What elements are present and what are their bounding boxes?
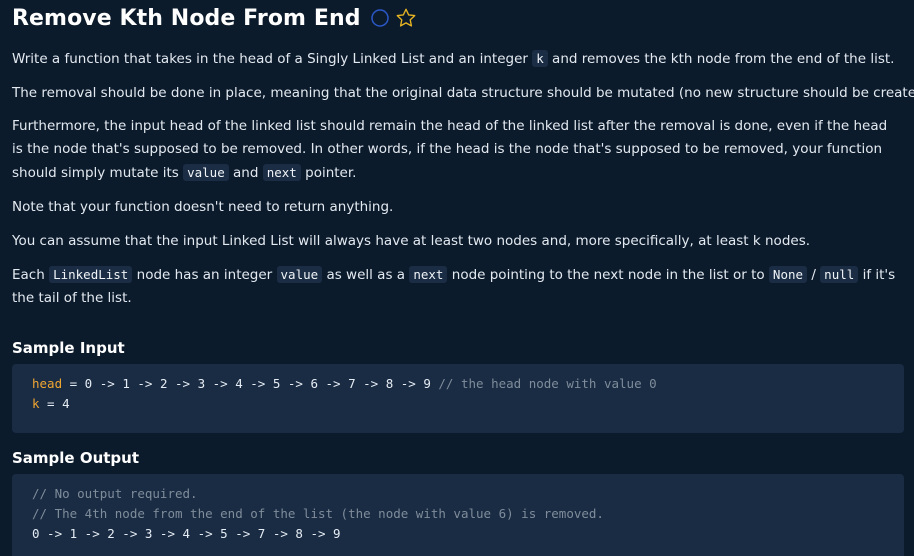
description-paragraph-3: Furthermore, the input head of the linke… (12, 118, 888, 181)
inline-code-value: value (183, 164, 229, 181)
description-paragraph-6: Each LinkedList node has an integer valu… (12, 266, 896, 306)
code-line: // The 4th node from the end of the list… (32, 506, 604, 521)
inline-code-linkedlist: LinkedList (49, 266, 133, 283)
description-paragraph-4: Note that your function doesn't need to … (12, 199, 394, 215)
sample-output-heading: Sample Output (12, 449, 140, 467)
code-line: k = 4 (32, 396, 70, 411)
description-paragraph-5: You can assume that the input Linked Lis… (12, 233, 811, 249)
code-line: // No output required. (32, 486, 198, 501)
inline-code-null: null (820, 266, 859, 283)
problem-page: Remove Kth Node From End Write a functio… (0, 0, 914, 556)
inline-code-value: value (276, 266, 323, 283)
circle-outline-icon[interactable] (370, 9, 389, 27)
inline-code-next: next (262, 164, 301, 181)
page-title: Remove Kth Node From End (12, 5, 361, 31)
inline-code-next: next (409, 266, 448, 283)
description-paragraph-1: Write a function that takes in the head … (12, 50, 895, 67)
code-line: 0 -> 1 -> 2 -> 3 -> 4 -> 5 -> 7 -> 8 -> … (32, 526, 341, 541)
sample-output-code: // No output required. // The 4th node fr… (12, 474, 904, 556)
sample-input-heading: Sample Input (12, 339, 125, 357)
description-paragraph-2: The removal should be done in place, mea… (12, 85, 914, 101)
title-row: Remove Kth Node From End (12, 0, 902, 36)
inline-code-none: None (768, 266, 808, 283)
code-line: head = 0 -> 1 -> 2 -> 3 -> 4 -> 5 -> 6 -… (32, 376, 657, 391)
star-outline-icon[interactable] (395, 7, 417, 29)
sample-input-code: head = 0 -> 1 -> 2 -> 3 -> 4 -> 5 -> 6 -… (12, 364, 904, 433)
inline-code-k: k (532, 50, 548, 67)
